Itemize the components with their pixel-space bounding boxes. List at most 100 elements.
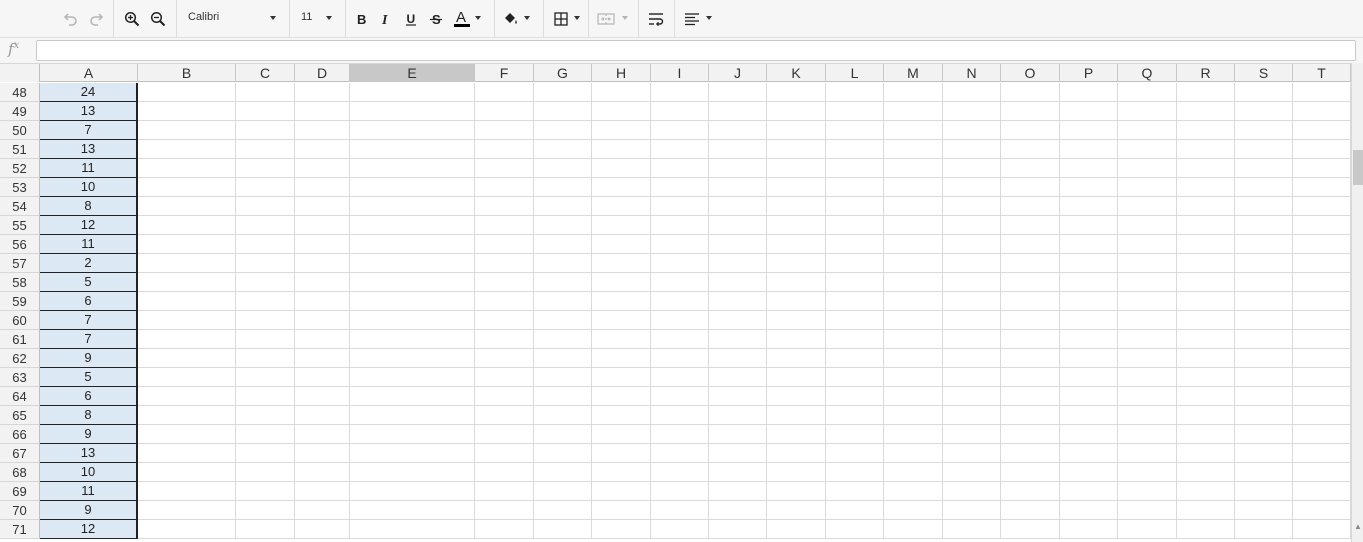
cell-j71[interactable] bbox=[709, 520, 767, 539]
cell-b55[interactable] bbox=[138, 216, 236, 235]
row-header[interactable]: 65 bbox=[0, 406, 40, 425]
row-header[interactable]: 57 bbox=[0, 254, 40, 273]
cell-h67[interactable] bbox=[592, 444, 651, 463]
cell-t64[interactable] bbox=[1293, 387, 1351, 406]
font-family-select[interactable]: Calibri bbox=[188, 11, 219, 23]
cell-a69[interactable]: 11 bbox=[40, 482, 138, 501]
cell-g69[interactable] bbox=[534, 482, 592, 501]
scroll-up-icon[interactable]: ▲ bbox=[1354, 522, 1362, 532]
cell-m66[interactable] bbox=[884, 425, 943, 444]
cell-j63[interactable] bbox=[709, 368, 767, 387]
cell-r64[interactable] bbox=[1177, 387, 1235, 406]
cell-r49[interactable] bbox=[1177, 102, 1235, 121]
cell-i70[interactable] bbox=[651, 501, 709, 520]
cell-f68[interactable] bbox=[475, 463, 534, 482]
cell-t49[interactable] bbox=[1293, 102, 1351, 121]
column-header-k[interactable]: K bbox=[767, 64, 826, 82]
cell-g49[interactable] bbox=[534, 102, 592, 121]
cell-b59[interactable] bbox=[138, 292, 236, 311]
cell-j69[interactable] bbox=[709, 482, 767, 501]
cell-n50[interactable] bbox=[943, 121, 1001, 140]
cell-t56[interactable] bbox=[1293, 235, 1351, 254]
column-header-j[interactable]: J bbox=[709, 64, 767, 82]
cell-n52[interactable] bbox=[943, 159, 1001, 178]
cell-l54[interactable] bbox=[826, 197, 884, 216]
cell-o71[interactable] bbox=[1001, 520, 1060, 539]
cell-d65[interactable] bbox=[295, 406, 350, 425]
column-header-l[interactable]: L bbox=[826, 64, 884, 82]
cell-k54[interactable] bbox=[767, 197, 826, 216]
cell-h71[interactable] bbox=[592, 520, 651, 539]
cell-i59[interactable] bbox=[651, 292, 709, 311]
cell-h68[interactable] bbox=[592, 463, 651, 482]
cell-e61[interactable] bbox=[350, 330, 475, 349]
cell-h70[interactable] bbox=[592, 501, 651, 520]
cell-g60[interactable] bbox=[534, 311, 592, 330]
cell-d70[interactable] bbox=[295, 501, 350, 520]
cell-d59[interactable] bbox=[295, 292, 350, 311]
cell-r53[interactable] bbox=[1177, 178, 1235, 197]
cell-i55[interactable] bbox=[651, 216, 709, 235]
cell-e71[interactable] bbox=[350, 520, 475, 539]
cell-q58[interactable] bbox=[1118, 273, 1177, 292]
cell-f53[interactable] bbox=[475, 178, 534, 197]
row-header[interactable]: 48 bbox=[0, 83, 40, 102]
cell-m60[interactable] bbox=[884, 311, 943, 330]
cell-q62[interactable] bbox=[1118, 349, 1177, 368]
cell-h62[interactable] bbox=[592, 349, 651, 368]
cell-n63[interactable] bbox=[943, 368, 1001, 387]
cell-o61[interactable] bbox=[1001, 330, 1060, 349]
cell-m70[interactable] bbox=[884, 501, 943, 520]
cell-i56[interactable] bbox=[651, 235, 709, 254]
cell-g67[interactable] bbox=[534, 444, 592, 463]
cell-f63[interactable] bbox=[475, 368, 534, 387]
cell-o64[interactable] bbox=[1001, 387, 1060, 406]
cell-q64[interactable] bbox=[1118, 387, 1177, 406]
row-header[interactable]: 54 bbox=[0, 197, 40, 216]
cell-p70[interactable] bbox=[1060, 501, 1118, 520]
cell-h57[interactable] bbox=[592, 254, 651, 273]
cell-p53[interactable] bbox=[1060, 178, 1118, 197]
cell-i50[interactable] bbox=[651, 121, 709, 140]
cell-r58[interactable] bbox=[1177, 273, 1235, 292]
cell-t53[interactable] bbox=[1293, 178, 1351, 197]
cell-p51[interactable] bbox=[1060, 140, 1118, 159]
cell-n56[interactable] bbox=[943, 235, 1001, 254]
cell-t70[interactable] bbox=[1293, 501, 1351, 520]
cell-n67[interactable] bbox=[943, 444, 1001, 463]
cell-q67[interactable] bbox=[1118, 444, 1177, 463]
cell-c66[interactable] bbox=[236, 425, 295, 444]
cell-t57[interactable] bbox=[1293, 254, 1351, 273]
cell-p59[interactable] bbox=[1060, 292, 1118, 311]
cell-d67[interactable] bbox=[295, 444, 350, 463]
column-header-s[interactable]: S bbox=[1235, 64, 1293, 82]
font-color-icon[interactable]: A bbox=[450, 6, 474, 32]
cell-q60[interactable] bbox=[1118, 311, 1177, 330]
cell-j64[interactable] bbox=[709, 387, 767, 406]
cell-b52[interactable] bbox=[138, 159, 236, 178]
row-header[interactable]: 71 bbox=[0, 520, 40, 539]
cell-p67[interactable] bbox=[1060, 444, 1118, 463]
cell-g51[interactable] bbox=[534, 140, 592, 159]
cell-a51[interactable]: 13 bbox=[40, 140, 138, 159]
vertical-scrollbar[interactable]: ▲ bbox=[1351, 63, 1363, 542]
cell-r70[interactable] bbox=[1177, 501, 1235, 520]
cell-e58[interactable] bbox=[350, 273, 475, 292]
cell-c56[interactable] bbox=[236, 235, 295, 254]
cell-c68[interactable] bbox=[236, 463, 295, 482]
cell-d50[interactable] bbox=[295, 121, 350, 140]
cell-b71[interactable] bbox=[138, 520, 236, 539]
column-header-o[interactable]: O bbox=[1001, 64, 1060, 82]
cell-a48[interactable]: 24 bbox=[40, 83, 138, 102]
cell-p60[interactable] bbox=[1060, 311, 1118, 330]
cell-j53[interactable] bbox=[709, 178, 767, 197]
cell-r59[interactable] bbox=[1177, 292, 1235, 311]
cell-a59[interactable]: 6 bbox=[40, 292, 138, 311]
cell-l58[interactable] bbox=[826, 273, 884, 292]
cell-t63[interactable] bbox=[1293, 368, 1351, 387]
cell-o65[interactable] bbox=[1001, 406, 1060, 425]
cell-d48[interactable] bbox=[295, 83, 350, 102]
cell-d58[interactable] bbox=[295, 273, 350, 292]
cell-l64[interactable] bbox=[826, 387, 884, 406]
cell-d52[interactable] bbox=[295, 159, 350, 178]
